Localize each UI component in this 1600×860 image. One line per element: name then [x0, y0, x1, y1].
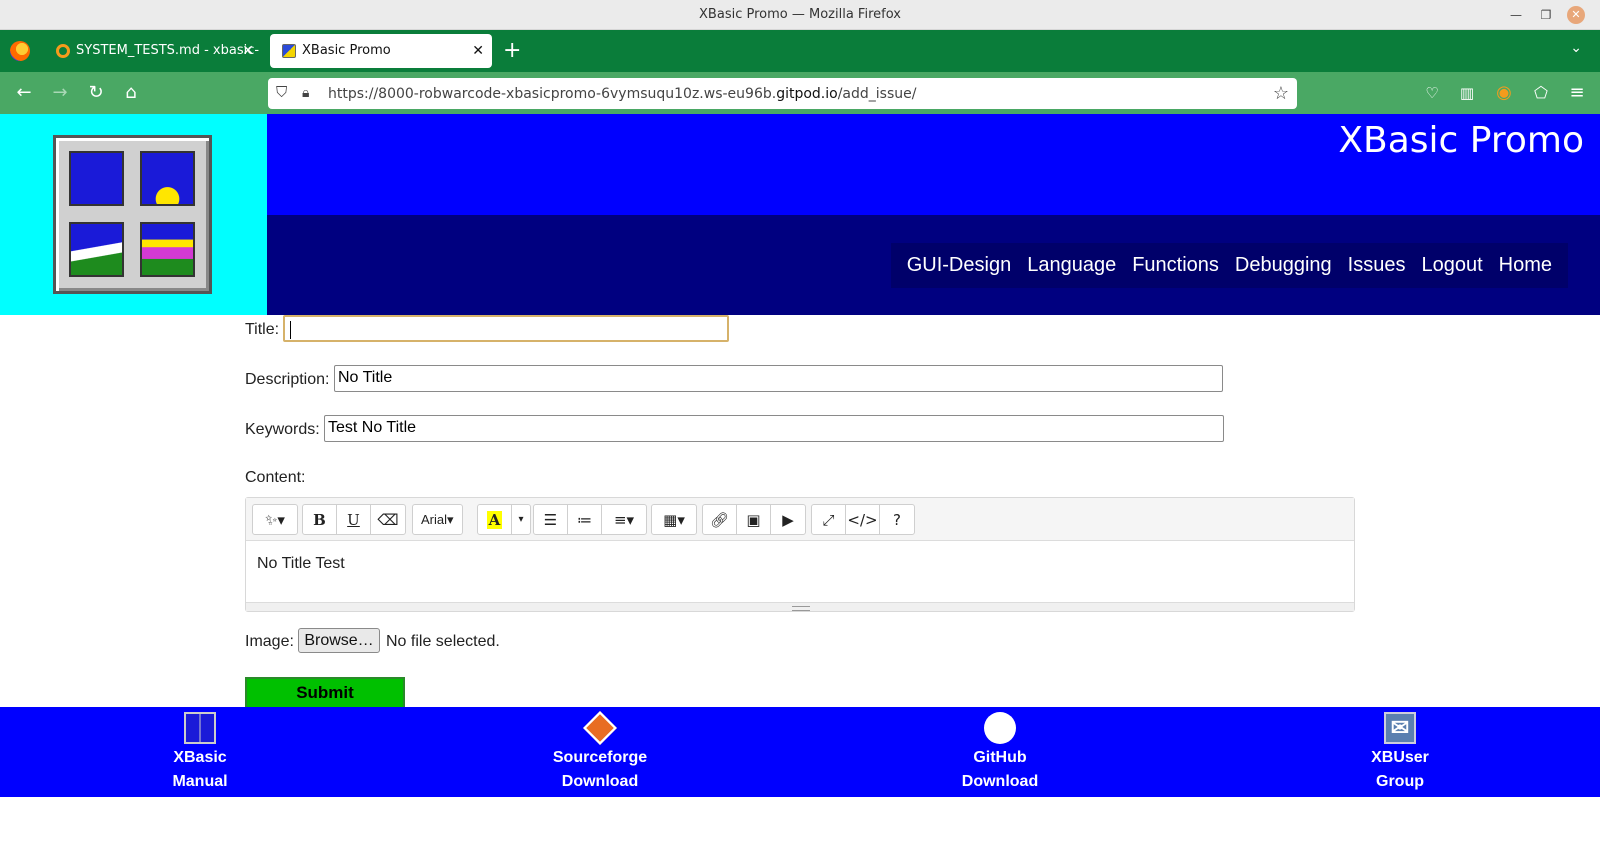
xbasic-favicon-icon — [282, 44, 296, 58]
highlight-color-icon[interactable]: A — [478, 505, 512, 534]
back-arrow-icon[interactable]: ← — [13, 82, 35, 104]
logo-pane — [69, 222, 124, 277]
menu-home[interactable]: Home — [1491, 254, 1560, 277]
new-tab-button[interactable]: + — [503, 38, 521, 63]
main-menu: GUI-Design Language Functions Debugging … — [890, 243, 1568, 288]
logo-pane — [140, 151, 195, 206]
tab-close-icon[interactable]: ✕ — [472, 34, 484, 68]
unordered-list-icon[interactable]: ☰ — [534, 505, 568, 534]
tab-close-icon[interactable]: ✕ — [242, 34, 254, 68]
title-label: Title: — [245, 321, 280, 338]
tracking-shield-icon[interactable]: ⛉ — [276, 84, 287, 101]
extensions-icon[interactable]: ⬠ — [1530, 82, 1552, 104]
table-icon[interactable]: ▦▾ — [652, 505, 696, 534]
xbasic-logo[interactable] — [53, 135, 212, 294]
gitpod-extension-icon[interactable]: ◉ — [1493, 82, 1515, 104]
menu-hamburger-icon[interactable]: ≡ — [1566, 82, 1588, 104]
home-icon[interactable]: ⌂ — [120, 82, 142, 104]
maximize-button[interactable]: ❐ — [1537, 6, 1555, 24]
help-icon[interactable]: ? — [880, 505, 914, 534]
format-group: B U ⌫ — [302, 504, 406, 535]
keywords-label: Keywords: — [245, 421, 320, 438]
tab-xbasic-promo[interactable]: XBasic Promo ✕ — [270, 34, 492, 68]
footer-xbuser-group[interactable]: XBUser Group — [1300, 712, 1500, 794]
fullscreen-icon[interactable]: ⤢ — [812, 505, 846, 534]
pocket-icon[interactable]: ♡ — [1421, 82, 1443, 104]
firefox-icon[interactable] — [10, 41, 30, 61]
footer-xbasic-manual[interactable]: XBasic Manual — [100, 712, 300, 794]
menu-language[interactable]: Language — [1019, 254, 1124, 277]
gitpod-favicon-icon — [56, 44, 70, 58]
insert-group: 🔗︎ ▣ ▶ — [702, 504, 806, 535]
url-text[interactable]: https://8000-robwarcode-xbasicpromo-6vym… — [328, 86, 916, 102]
tab-label: SYSTEM_TESTS.md - xbasic- — [76, 43, 260, 58]
font-family-dropdown[interactable]: Arial ▾ — [413, 505, 462, 534]
file-status: No file selected. — [386, 633, 500, 650]
menu-issues[interactable]: Issues — [1340, 254, 1414, 277]
site-title: XBasic Promo — [1338, 120, 1584, 161]
menu-functions[interactable]: Functions — [1124, 254, 1227, 277]
site-logo-area — [0, 114, 267, 315]
close-window-button[interactable]: ✕ — [1567, 6, 1585, 24]
github-icon — [984, 712, 1016, 744]
description-label: Description: — [245, 371, 330, 388]
keywords-input[interactable]: Test No Title — [324, 415, 1224, 442]
menu-gui-design[interactable]: GUI-Design — [899, 254, 1019, 277]
text-caret — [290, 321, 291, 339]
navigation-toolbar: ← → ↻ ⌂ ⛉ 🔒︎ https://8000-robwarcode-xba… — [0, 72, 1600, 114]
sourceforge-icon — [583, 711, 617, 745]
align-dropdown-icon[interactable]: ≡▾ — [602, 505, 646, 534]
footer-github-download[interactable]: GitHub Download — [900, 712, 1100, 794]
mail-icon — [1384, 712, 1416, 744]
tab-system-tests[interactable]: SYSTEM_TESTS.md - xbasic- ✕ — [44, 34, 262, 68]
rich-text-editor: ✨︎▾ B U ⌫ Arial ▾ A ▾ ☰ ≔ ≡▾ ▦▾ 🔗︎ ▣ ▶ ⤢… — [245, 497, 1355, 612]
menu-logout[interactable]: Logout — [1413, 254, 1490, 277]
description-input[interactable]: No Title — [334, 365, 1223, 392]
ordered-list-icon[interactable]: ≔ — [568, 505, 602, 534]
link-icon[interactable]: 🔗︎ — [703, 505, 737, 534]
color-group: A ▾ — [477, 504, 531, 535]
magic-wand-icon[interactable]: ✨︎▾ — [253, 505, 297, 534]
video-icon[interactable]: ▶ — [771, 505, 805, 534]
title-input[interactable] — [283, 315, 729, 342]
submit-button[interactable]: Submit — [245, 677, 405, 709]
footer-sourceforge-download[interactable]: Sourceforge Download — [500, 711, 700, 794]
forward-arrow-icon[interactable]: → — [49, 82, 71, 104]
paragraph-group: ☰ ≔ ≡▾ — [533, 504, 647, 535]
color-dropdown-icon[interactable]: ▾ — [512, 505, 530, 534]
underline-button[interactable]: U — [337, 505, 371, 534]
eraser-icon[interactable]: ⌫ — [371, 505, 405, 534]
editor-toolbar: ✨︎▾ B U ⌫ Arial ▾ A ▾ ☰ ≔ ≡▾ ▦▾ 🔗︎ ▣ ▶ ⤢… — [246, 498, 1354, 541]
xbasic-logo-icon — [184, 712, 216, 744]
code-view-icon[interactable]: </> — [846, 505, 880, 534]
window-titlebar: XBasic Promo — Mozilla Firefox — ❐ ✕ — [0, 0, 1600, 30]
tab-label: XBasic Promo — [302, 43, 391, 58]
menu-debugging[interactable]: Debugging — [1227, 254, 1340, 277]
minimize-button[interactable]: — — [1507, 6, 1525, 24]
editor-content[interactable]: No Title Test — [257, 555, 345, 573]
logo-pane — [69, 151, 124, 206]
logo-pane — [140, 222, 195, 277]
font-group: Arial ▾ — [412, 504, 463, 535]
image-icon[interactable]: ▣ — [737, 505, 771, 534]
editor-resize-handle[interactable] — [246, 602, 1354, 611]
header-banner: XBasic Promo — [267, 114, 1600, 215]
site-footer: XBasic Manual Sourceforge Download GitHu… — [0, 707, 1600, 797]
tab-strip: SYSTEM_TESTS.md - xbasic- ✕ XBasic Promo… — [0, 30, 1600, 72]
browse-button[interactable]: Browse… — [298, 628, 380, 653]
list-all-tabs-chevron-icon[interactable]: ⌄ — [1570, 40, 1582, 56]
image-label: Image: — [245, 633, 294, 650]
nav-banner: GUI-Design Language Functions Debugging … — [267, 215, 1600, 315]
reader-view-icon[interactable]: ▥ — [1456, 82, 1478, 104]
bookmark-star-icon[interactable]: ☆ — [1273, 83, 1289, 104]
bold-button[interactable]: B — [303, 505, 337, 534]
reload-icon[interactable]: ↻ — [85, 82, 107, 104]
style-group: ✨︎▾ — [252, 504, 298, 535]
window-title: XBasic Promo — Mozilla Firefox — [699, 7, 901, 22]
lock-icon[interactable]: 🔒︎ — [302, 84, 309, 101]
table-group: ▦▾ — [651, 504, 697, 535]
address-bar[interactable]: ⛉ 🔒︎ https://8000-robwarcode-xbasicpromo… — [268, 78, 1297, 109]
view-group: ⤢ </> ? — [811, 504, 915, 535]
content-label: Content: — [245, 469, 306, 486]
